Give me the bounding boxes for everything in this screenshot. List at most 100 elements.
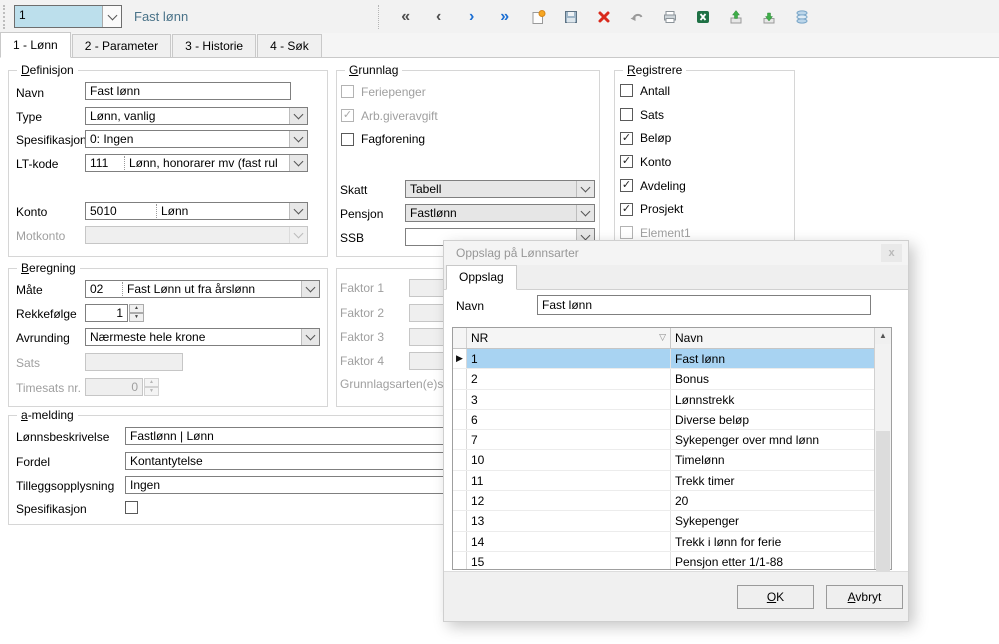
previous-record-icon[interactable]: ‹ <box>427 6 451 28</box>
checkbox-row-avdeling[interactable]: ✓ Avdeling <box>620 174 691 198</box>
table-row[interactable]: 2 Bonus <box>453 369 874 390</box>
table-row[interactable]: 3 Lønnstrekk <box>453 389 874 410</box>
skatt-label: Skatt <box>340 183 368 197</box>
table-row[interactable]: 7 Sykepenger over mnd lønn <box>453 430 874 451</box>
table-row[interactable]: 13 Sykepenger <box>453 511 874 532</box>
avrunding-combobox[interactable]: Nærmeste hele krone <box>85 328 320 346</box>
lookup-dialog: Oppslag på Lønnsarter x Oppslag Navn NR … <box>443 240 909 622</box>
tab-lonn[interactable]: 1 - Lønn <box>0 32 71 58</box>
toolbar-grip[interactable] <box>3 4 9 29</box>
table-row[interactable]: 12 20 <box>453 491 874 512</box>
check-icon: ✓ <box>342 109 353 122</box>
chevron-down-icon[interactable] <box>289 131 307 147</box>
header-navn[interactable]: Navn <box>671 328 874 348</box>
chevron-down-icon[interactable] <box>576 205 594 221</box>
rekkefolge-input[interactable] <box>85 304 128 322</box>
ltkode-combobox[interactable]: 111 Lønn, honorarer mv (fast rul <box>85 154 308 172</box>
new-record-icon[interactable] <box>526 6 550 28</box>
amelding-spesifikasjon-checkbox[interactable] <box>125 501 138 514</box>
export-excel-icon[interactable] <box>691 6 715 28</box>
konto-checkbox[interactable]: ✓ <box>620 155 633 169</box>
checkbox-row-bel-p[interactable]: ✓ Beløp <box>620 126 691 150</box>
skatt-combobox[interactable]: Tabell <box>405 180 595 198</box>
undo-icon[interactable] <box>625 6 649 28</box>
vertical-scrollbar[interactable]: ▲ ▼ <box>874 328 891 581</box>
checkbox-label: Feriepenger <box>361 84 426 99</box>
next-record-icon[interactable]: › <box>460 6 484 28</box>
faktor-label: Faktor 4 <box>340 354 385 369</box>
grunnlag-checkbox-list: Feriepenger ✓ Arb.giveravgift Fagforening <box>341 80 438 151</box>
checkbox-row-konto[interactable]: ✓ Konto <box>620 150 691 174</box>
sort-descending-icon[interactable]: ▽ <box>659 331 666 348</box>
type-combobox[interactable]: Lønn, vanlig <box>85 107 308 125</box>
tab-parameter[interactable]: 2 - Parameter <box>71 34 172 57</box>
dialog-footer: OK Avbryt <box>444 571 908 621</box>
fordel-label: Fordel <box>16 455 51 469</box>
chevron-down-icon[interactable] <box>301 329 319 345</box>
antall-checkbox[interactable] <box>620 84 633 98</box>
motkonto-combobox <box>85 226 308 244</box>
tab-sok[interactable]: 4 - Søk <box>257 34 322 57</box>
checkbox-row-sats[interactable]: Sats <box>620 103 691 127</box>
first-record-icon[interactable]: « <box>394 6 418 28</box>
prosjekt-checkbox[interactable]: ✓ <box>620 202 633 216</box>
table-row[interactable]: 11 Trekk timer <box>453 470 874 492</box>
checkbox-row-antall[interactable]: Antall <box>620 79 691 103</box>
last-record-icon[interactable]: » <box>493 6 517 28</box>
rekkefolge-stepper[interactable]: ▲ ▼ <box>129 304 144 322</box>
table-row[interactable]: 6 Diverse beløp <box>453 409 874 431</box>
cell-navn: Diverse beløp <box>675 412 750 427</box>
scroll-up-icon[interactable]: ▲ <box>875 328 891 344</box>
table-row[interactable]: ▶ 1 Fast lønn <box>453 349 874 370</box>
checkbox-label: Sats <box>640 107 665 122</box>
delete-icon[interactable] <box>592 6 616 28</box>
amelding-spesifikasjon-label: Spesifikasjon <box>16 502 87 516</box>
table-row[interactable]: 15 Pensjon etter 1/1-88 <box>453 551 874 569</box>
dialog-titlebar[interactable]: Oppslag på Lønnsarter <box>444 241 908 265</box>
chevron-down-icon[interactable] <box>102 6 121 27</box>
close-icon[interactable]: x <box>881 244 902 262</box>
konto-combobox[interactable]: 5010 Lønn <box>85 202 308 220</box>
table-row[interactable]: 14 Trekk i lønn for ferie <box>453 531 874 552</box>
checkbox-row-fagforening[interactable]: Fagforening <box>341 127 438 151</box>
group-beregning-title: Beregning <box>17 261 80 275</box>
chevron-down-icon[interactable] <box>289 203 307 219</box>
mate-combobox[interactable]: 02 Fast Lønn ut fra årslønn <box>85 280 320 298</box>
group-definisjon-title: Definisjon <box>17 63 78 77</box>
tab-historie[interactable]: 3 - Historie <box>172 34 257 57</box>
bel-p-checkbox[interactable]: ✓ <box>620 131 633 145</box>
record-name-label: Fast lønn <box>134 9 189 24</box>
history-icon[interactable] <box>790 6 814 28</box>
cell-nr: 2 <box>467 369 671 389</box>
chevron-down-icon[interactable] <box>576 181 594 197</box>
chevron-down-icon[interactable] <box>289 108 307 124</box>
save-icon[interactable] <box>559 6 583 28</box>
table-row[interactable]: 10 Timelønn <box>453 450 874 471</box>
scrollbar-thumb[interactable] <box>876 431 890 581</box>
header-nr[interactable]: NR ▽ <box>467 328 671 348</box>
fagforening-checkbox[interactable] <box>341 132 354 146</box>
cell-nr: 7 <box>467 430 671 450</box>
avbryt-button[interactable]: Avbryt <box>826 585 903 609</box>
export-icon[interactable] <box>724 6 748 28</box>
dialog-navn-input[interactable] <box>537 295 871 315</box>
print-icon[interactable] <box>658 6 682 28</box>
dialog-title: Oppslag på Lønnsarter <box>456 246 579 260</box>
arb-giveravgift-checkbox: ✓ <box>341 109 354 123</box>
dialog-tab-oppslag[interactable]: Oppslag <box>446 265 517 290</box>
checkbox-row-prosjekt[interactable]: ✓ Prosjekt <box>620 197 691 221</box>
spesifikasjon-combobox[interactable]: 0: Ingen <box>85 130 308 148</box>
avrunding-label: Avrunding <box>16 331 70 345</box>
ok-button[interactable]: OK <box>737 585 814 609</box>
chevron-down-icon[interactable] <box>301 281 319 297</box>
sats-checkbox[interactable] <box>620 108 633 122</box>
cell-nr: 10 <box>467 450 671 470</box>
avdeling-checkbox[interactable]: ✓ <box>620 179 633 193</box>
chevron-down-icon[interactable] <box>289 155 307 171</box>
import-icon[interactable] <box>757 6 781 28</box>
pensjon-combobox[interactable]: Fastlønn <box>405 204 595 222</box>
record-number-combobox[interactable]: 1 <box>14 5 122 28</box>
header-marker-cell <box>453 328 467 348</box>
cell-nr: 12 <box>467 491 671 511</box>
navn-input[interactable] <box>85 82 291 100</box>
